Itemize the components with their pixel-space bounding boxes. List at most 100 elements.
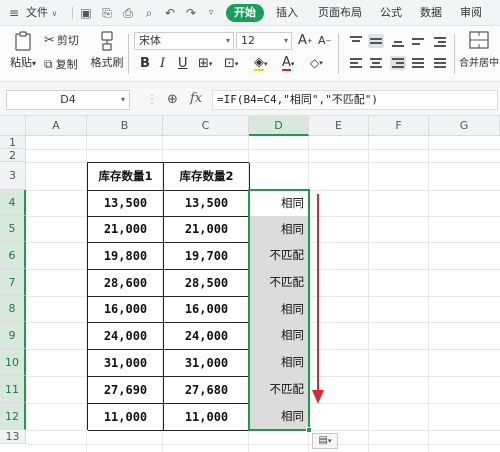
row-header-12[interactable]: 12 bbox=[0, 403, 26, 430]
cell-b12[interactable]: 11,000 bbox=[88, 404, 164, 431]
tab-data[interactable]: 数据 bbox=[420, 4, 442, 22]
font-color-icon[interactable]: A ▾ bbox=[282, 56, 294, 71]
decrease-font-icon[interactable]: A − bbox=[318, 34, 331, 47]
cell-d5[interactable]: 相同 bbox=[249, 216, 309, 242]
cut-button[interactable]: ✂ 剪切 bbox=[44, 32, 79, 48]
tab-review[interactable]: 审阅 bbox=[460, 4, 482, 22]
cell-d10[interactable]: 相同 bbox=[249, 349, 309, 376]
redo-icon[interactable]: ↷ bbox=[183, 5, 199, 21]
format-painter-button[interactable]: 格式刷 bbox=[91, 30, 124, 70]
cell-d11[interactable]: 不匹配 bbox=[249, 376, 309, 403]
file-menu[interactable]: 文件 ∨ bbox=[26, 5, 57, 21]
column-header-f[interactable]: F bbox=[369, 116, 429, 136]
border-icon[interactable]: ⊞ ▾ bbox=[198, 56, 212, 71]
align-bottom-icon[interactable] bbox=[390, 34, 406, 48]
cell-d8[interactable]: 相同 bbox=[249, 296, 309, 322]
increase-font-icon[interactable]: A + bbox=[298, 33, 313, 48]
cell-d4[interactable]: 相同 bbox=[249, 190, 309, 216]
data-table: 库存数量1 库存数量2 13,500 13,500 21,000 21,000 … bbox=[87, 162, 250, 431]
customize-icon[interactable]: ▿ bbox=[203, 5, 219, 21]
fill-color-icon[interactable]: ◈ ▾ bbox=[254, 56, 268, 71]
drag-handle-icon[interactable]: ⋮ bbox=[146, 92, 158, 106]
zoom-icon[interactable]: ⊕ bbox=[167, 92, 178, 107]
column-header-e[interactable]: E bbox=[309, 116, 369, 136]
save-icon[interactable]: ▣ bbox=[78, 5, 94, 21]
cell-d7[interactable]: 不匹配 bbox=[249, 269, 309, 296]
italic-icon[interactable]: I bbox=[160, 56, 165, 71]
column-header-b[interactable]: B bbox=[87, 116, 163, 136]
cell-c11[interactable]: 27,680 bbox=[164, 377, 250, 404]
cell-c5[interactable]: 21,000 bbox=[164, 217, 250, 243]
select-all-corner[interactable] bbox=[0, 116, 26, 136]
row-header-1[interactable]: 1 bbox=[0, 136, 26, 149]
tab-insert[interactable]: 插入 bbox=[276, 4, 298, 22]
cell-d12[interactable]: 相同 bbox=[249, 403, 309, 430]
cell-d9[interactable]: 相同 bbox=[249, 322, 309, 349]
font-size-select[interactable]: 12 ▾ bbox=[236, 32, 292, 50]
row-header-5[interactable]: 5 bbox=[0, 216, 26, 242]
indent-icon[interactable] bbox=[432, 34, 448, 48]
cell-c8[interactable]: 16,000 bbox=[164, 297, 250, 323]
row-header-4[interactable]: 4 bbox=[0, 190, 26, 216]
print-preview-icon[interactable]: ⌕ bbox=[141, 5, 157, 21]
row-header-10[interactable]: 10 bbox=[0, 349, 26, 376]
align-center-icon[interactable] bbox=[368, 56, 384, 70]
cell-style-icon[interactable]: ⊡ ▾ bbox=[224, 56, 238, 71]
print-icon[interactable]: ⎙ bbox=[120, 5, 136, 21]
undo-icon[interactable]: ↶ bbox=[162, 5, 178, 21]
align-top-icon[interactable] bbox=[348, 34, 364, 48]
paste-button[interactable]: 粘贴▾ bbox=[8, 30, 38, 70]
row-header-2[interactable]: 2 bbox=[0, 149, 26, 162]
font-name-select[interactable]: 宋体 ▾ bbox=[134, 32, 234, 50]
tab-home[interactable]: 开始 bbox=[226, 4, 264, 22]
cell-c10[interactable]: 31,000 bbox=[164, 350, 250, 377]
cell-c4[interactable]: 13,500 bbox=[164, 191, 250, 217]
bold-icon[interactable]: B bbox=[140, 56, 150, 71]
cell-d6[interactable]: 不匹配 bbox=[249, 242, 309, 269]
cell-b5[interactable]: 21,000 bbox=[88, 217, 164, 243]
cell-c6[interactable]: 19,700 bbox=[164, 243, 250, 270]
column-header-c[interactable]: C bbox=[163, 116, 249, 136]
distributed-icon[interactable] bbox=[432, 56, 448, 70]
row-header-9[interactable]: 9 bbox=[0, 322, 26, 349]
formula-input[interactable]: =IF(B4=C4,"相同","不匹配") bbox=[212, 90, 498, 110]
cell-c12[interactable]: 11,000 bbox=[164, 404, 250, 431]
align-middle-icon[interactable] bbox=[368, 34, 384, 48]
cell-b11[interactable]: 27,690 bbox=[88, 377, 164, 404]
copy-button[interactable]: ⧉ 复制 bbox=[44, 56, 78, 72]
header-cell-c3[interactable]: 库存数量2 bbox=[164, 163, 250, 191]
cell-c9[interactable]: 24,000 bbox=[164, 323, 250, 350]
name-box[interactable]: D4 ▾ bbox=[6, 90, 130, 110]
orientation-icon[interactable] bbox=[410, 34, 426, 48]
paste-options-button[interactable]: ▤▾ bbox=[312, 433, 338, 449]
cell-b10[interactable]: 31,000 bbox=[88, 350, 164, 377]
row-header-13[interactable]: 13 bbox=[0, 430, 26, 444]
underline-icon[interactable]: U bbox=[178, 56, 188, 71]
tab-page-layout[interactable]: 页面布局 bbox=[318, 4, 362, 22]
divider bbox=[128, 34, 129, 74]
export-icon[interactable]: ⎘ bbox=[99, 5, 115, 21]
clear-format-icon[interactable]: ◇ ▾ bbox=[310, 56, 323, 70]
column-header-a[interactable]: A bbox=[26, 116, 87, 136]
row-header-6[interactable]: 6 bbox=[0, 242, 26, 269]
cell-b7[interactable]: 28,600 bbox=[88, 270, 164, 297]
row-header-8[interactable]: 8 bbox=[0, 296, 26, 322]
row-header-7[interactable]: 7 bbox=[0, 269, 26, 296]
align-left-icon[interactable] bbox=[348, 56, 364, 70]
cell-b8[interactable]: 16,000 bbox=[88, 297, 164, 323]
column-header-d[interactable]: D bbox=[249, 116, 309, 136]
cell-b9[interactable]: 24,000 bbox=[88, 323, 164, 350]
merge-center-button[interactable]: 合并居中 bbox=[458, 30, 500, 69]
cell-c7[interactable]: 28,500 bbox=[164, 270, 250, 297]
row-header-3[interactable]: 3 bbox=[0, 162, 26, 190]
cell-b4[interactable]: 13,500 bbox=[88, 191, 164, 217]
header-cell-b3[interactable]: 库存数量1 bbox=[88, 163, 164, 191]
tab-formulas[interactable]: 公式 bbox=[380, 4, 402, 22]
fx-icon[interactable]: fx bbox=[190, 91, 202, 106]
justify-icon[interactable] bbox=[410, 56, 426, 70]
column-header-g[interactable]: G bbox=[429, 116, 500, 136]
row-header-11[interactable]: 11 bbox=[0, 376, 26, 403]
cell-b6[interactable]: 19,800 bbox=[88, 243, 164, 270]
menu-icon[interactable]: ≡ bbox=[6, 5, 22, 21]
align-right-icon[interactable] bbox=[390, 56, 406, 70]
